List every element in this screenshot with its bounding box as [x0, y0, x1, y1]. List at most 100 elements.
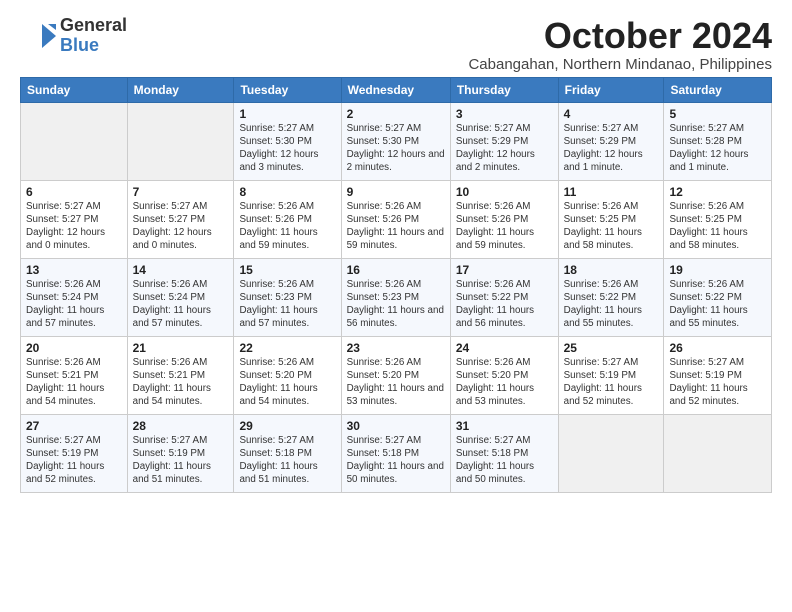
day-number: 22	[239, 341, 335, 355]
day-number: 20	[26, 341, 122, 355]
table-row: 22Sunrise: 5:26 AM Sunset: 5:20 PM Dayli…	[234, 336, 341, 414]
day-detail: Sunrise: 5:26 AM Sunset: 5:21 PM Dayligh…	[133, 356, 229, 409]
day-number: 1	[239, 107, 335, 121]
day-number: 21	[133, 341, 229, 355]
day-number: 2	[347, 107, 445, 121]
logo-general-text: General	[60, 16, 127, 36]
day-detail: Sunrise: 5:27 AM Sunset: 5:19 PM Dayligh…	[564, 356, 659, 409]
table-row: 3Sunrise: 5:27 AM Sunset: 5:29 PM Daylig…	[450, 102, 558, 180]
day-detail: Sunrise: 5:26 AM Sunset: 5:24 PM Dayligh…	[133, 278, 229, 331]
table-row: 7Sunrise: 5:27 AM Sunset: 5:27 PM Daylig…	[127, 180, 234, 258]
day-detail: Sunrise: 5:26 AM Sunset: 5:24 PM Dayligh…	[26, 278, 122, 331]
day-detail: Sunrise: 5:26 AM Sunset: 5:22 PM Dayligh…	[564, 278, 659, 331]
calendar-body: 1Sunrise: 5:27 AM Sunset: 5:30 PM Daylig…	[21, 102, 772, 492]
table-row: 25Sunrise: 5:27 AM Sunset: 5:19 PM Dayli…	[558, 336, 664, 414]
day-detail: Sunrise: 5:26 AM Sunset: 5:23 PM Dayligh…	[347, 278, 445, 331]
day-detail: Sunrise: 5:27 AM Sunset: 5:19 PM Dayligh…	[26, 434, 122, 487]
day-number: 24	[456, 341, 553, 355]
table-row: 17Sunrise: 5:26 AM Sunset: 5:22 PM Dayli…	[450, 258, 558, 336]
day-number: 15	[239, 263, 335, 277]
table-row: 5Sunrise: 5:27 AM Sunset: 5:28 PM Daylig…	[664, 102, 772, 180]
day-detail: Sunrise: 5:26 AM Sunset: 5:26 PM Dayligh…	[239, 200, 335, 253]
table-row	[21, 102, 128, 180]
day-number: 6	[26, 185, 122, 199]
day-detail: Sunrise: 5:26 AM Sunset: 5:25 PM Dayligh…	[669, 200, 766, 253]
day-number: 18	[564, 263, 659, 277]
day-detail: Sunrise: 5:27 AM Sunset: 5:19 PM Dayligh…	[669, 356, 766, 409]
day-detail: Sunrise: 5:27 AM Sunset: 5:29 PM Dayligh…	[456, 122, 553, 175]
month-title: October 2024	[468, 16, 772, 56]
table-row	[558, 414, 664, 492]
day-detail: Sunrise: 5:26 AM Sunset: 5:25 PM Dayligh…	[564, 200, 659, 253]
table-row: 6Sunrise: 5:27 AM Sunset: 5:27 PM Daylig…	[21, 180, 128, 258]
day-number: 25	[564, 341, 659, 355]
logo-icon	[20, 18, 56, 54]
day-number: 17	[456, 263, 553, 277]
table-row: 30Sunrise: 5:27 AM Sunset: 5:18 PM Dayli…	[341, 414, 450, 492]
table-row: 27Sunrise: 5:27 AM Sunset: 5:19 PM Dayli…	[21, 414, 128, 492]
table-row: 20Sunrise: 5:26 AM Sunset: 5:21 PM Dayli…	[21, 336, 128, 414]
day-number: 5	[669, 107, 766, 121]
day-number: 12	[669, 185, 766, 199]
table-row: 28Sunrise: 5:27 AM Sunset: 5:19 PM Dayli…	[127, 414, 234, 492]
logo-blue-text: Blue	[60, 36, 127, 56]
table-row: 11Sunrise: 5:26 AM Sunset: 5:25 PM Dayli…	[558, 180, 664, 258]
logo: General Blue	[20, 16, 127, 56]
day-number: 29	[239, 419, 335, 433]
table-row: 4Sunrise: 5:27 AM Sunset: 5:29 PM Daylig…	[558, 102, 664, 180]
day-detail: Sunrise: 5:27 AM Sunset: 5:27 PM Dayligh…	[133, 200, 229, 253]
day-number: 13	[26, 263, 122, 277]
day-detail: Sunrise: 5:26 AM Sunset: 5:22 PM Dayligh…	[669, 278, 766, 331]
day-detail: Sunrise: 5:26 AM Sunset: 5:26 PM Dayligh…	[456, 200, 553, 253]
day-number: 4	[564, 107, 659, 121]
day-detail: Sunrise: 5:27 AM Sunset: 5:29 PM Dayligh…	[564, 122, 659, 175]
header-friday: Friday	[558, 77, 664, 102]
table-row: 10Sunrise: 5:26 AM Sunset: 5:26 PM Dayli…	[450, 180, 558, 258]
table-row: 2Sunrise: 5:27 AM Sunset: 5:30 PM Daylig…	[341, 102, 450, 180]
table-row: 23Sunrise: 5:26 AM Sunset: 5:20 PM Dayli…	[341, 336, 450, 414]
page-header: General Blue October 2024 Cabangahan, No…	[20, 16, 772, 73]
day-number: 19	[669, 263, 766, 277]
day-detail: Sunrise: 5:26 AM Sunset: 5:21 PM Dayligh…	[26, 356, 122, 409]
day-number: 31	[456, 419, 553, 433]
day-detail: Sunrise: 5:27 AM Sunset: 5:30 PM Dayligh…	[347, 122, 445, 175]
table-row: 31Sunrise: 5:27 AM Sunset: 5:18 PM Dayli…	[450, 414, 558, 492]
header-sunday: Sunday	[21, 77, 128, 102]
table-row: 8Sunrise: 5:26 AM Sunset: 5:26 PM Daylig…	[234, 180, 341, 258]
header-wednesday: Wednesday	[341, 77, 450, 102]
table-row: 9Sunrise: 5:26 AM Sunset: 5:26 PM Daylig…	[341, 180, 450, 258]
day-detail: Sunrise: 5:27 AM Sunset: 5:18 PM Dayligh…	[456, 434, 553, 487]
day-number: 27	[26, 419, 122, 433]
day-detail: Sunrise: 5:27 AM Sunset: 5:30 PM Dayligh…	[239, 122, 335, 175]
header-thursday: Thursday	[450, 77, 558, 102]
day-detail: Sunrise: 5:26 AM Sunset: 5:23 PM Dayligh…	[239, 278, 335, 331]
day-number: 26	[669, 341, 766, 355]
day-detail: Sunrise: 5:26 AM Sunset: 5:20 PM Dayligh…	[239, 356, 335, 409]
day-detail: Sunrise: 5:27 AM Sunset: 5:18 PM Dayligh…	[239, 434, 335, 487]
day-number: 14	[133, 263, 229, 277]
day-number: 11	[564, 185, 659, 199]
day-number: 10	[456, 185, 553, 199]
day-number: 28	[133, 419, 229, 433]
table-row: 21Sunrise: 5:26 AM Sunset: 5:21 PM Dayli…	[127, 336, 234, 414]
location-title: Cabangahan, Northern Mindanao, Philippin…	[468, 56, 772, 73]
table-row: 19Sunrise: 5:26 AM Sunset: 5:22 PM Dayli…	[664, 258, 772, 336]
table-row: 18Sunrise: 5:26 AM Sunset: 5:22 PM Dayli…	[558, 258, 664, 336]
day-detail: Sunrise: 5:27 AM Sunset: 5:28 PM Dayligh…	[669, 122, 766, 175]
day-detail: Sunrise: 5:26 AM Sunset: 5:26 PM Dayligh…	[347, 200, 445, 253]
day-detail: Sunrise: 5:27 AM Sunset: 5:18 PM Dayligh…	[347, 434, 445, 487]
table-row: 26Sunrise: 5:27 AM Sunset: 5:19 PM Dayli…	[664, 336, 772, 414]
table-row: 15Sunrise: 5:26 AM Sunset: 5:23 PM Dayli…	[234, 258, 341, 336]
day-number: 30	[347, 419, 445, 433]
table-row: 1Sunrise: 5:27 AM Sunset: 5:30 PM Daylig…	[234, 102, 341, 180]
day-number: 16	[347, 263, 445, 277]
calendar-table: Sunday Monday Tuesday Wednesday Thursday…	[20, 77, 772, 493]
day-detail: Sunrise: 5:26 AM Sunset: 5:20 PM Dayligh…	[347, 356, 445, 409]
table-row: 12Sunrise: 5:26 AM Sunset: 5:25 PM Dayli…	[664, 180, 772, 258]
day-number: 23	[347, 341, 445, 355]
table-row: 13Sunrise: 5:26 AM Sunset: 5:24 PM Dayli…	[21, 258, 128, 336]
table-row	[127, 102, 234, 180]
header-monday: Monday	[127, 77, 234, 102]
day-number: 9	[347, 185, 445, 199]
day-number: 8	[239, 185, 335, 199]
